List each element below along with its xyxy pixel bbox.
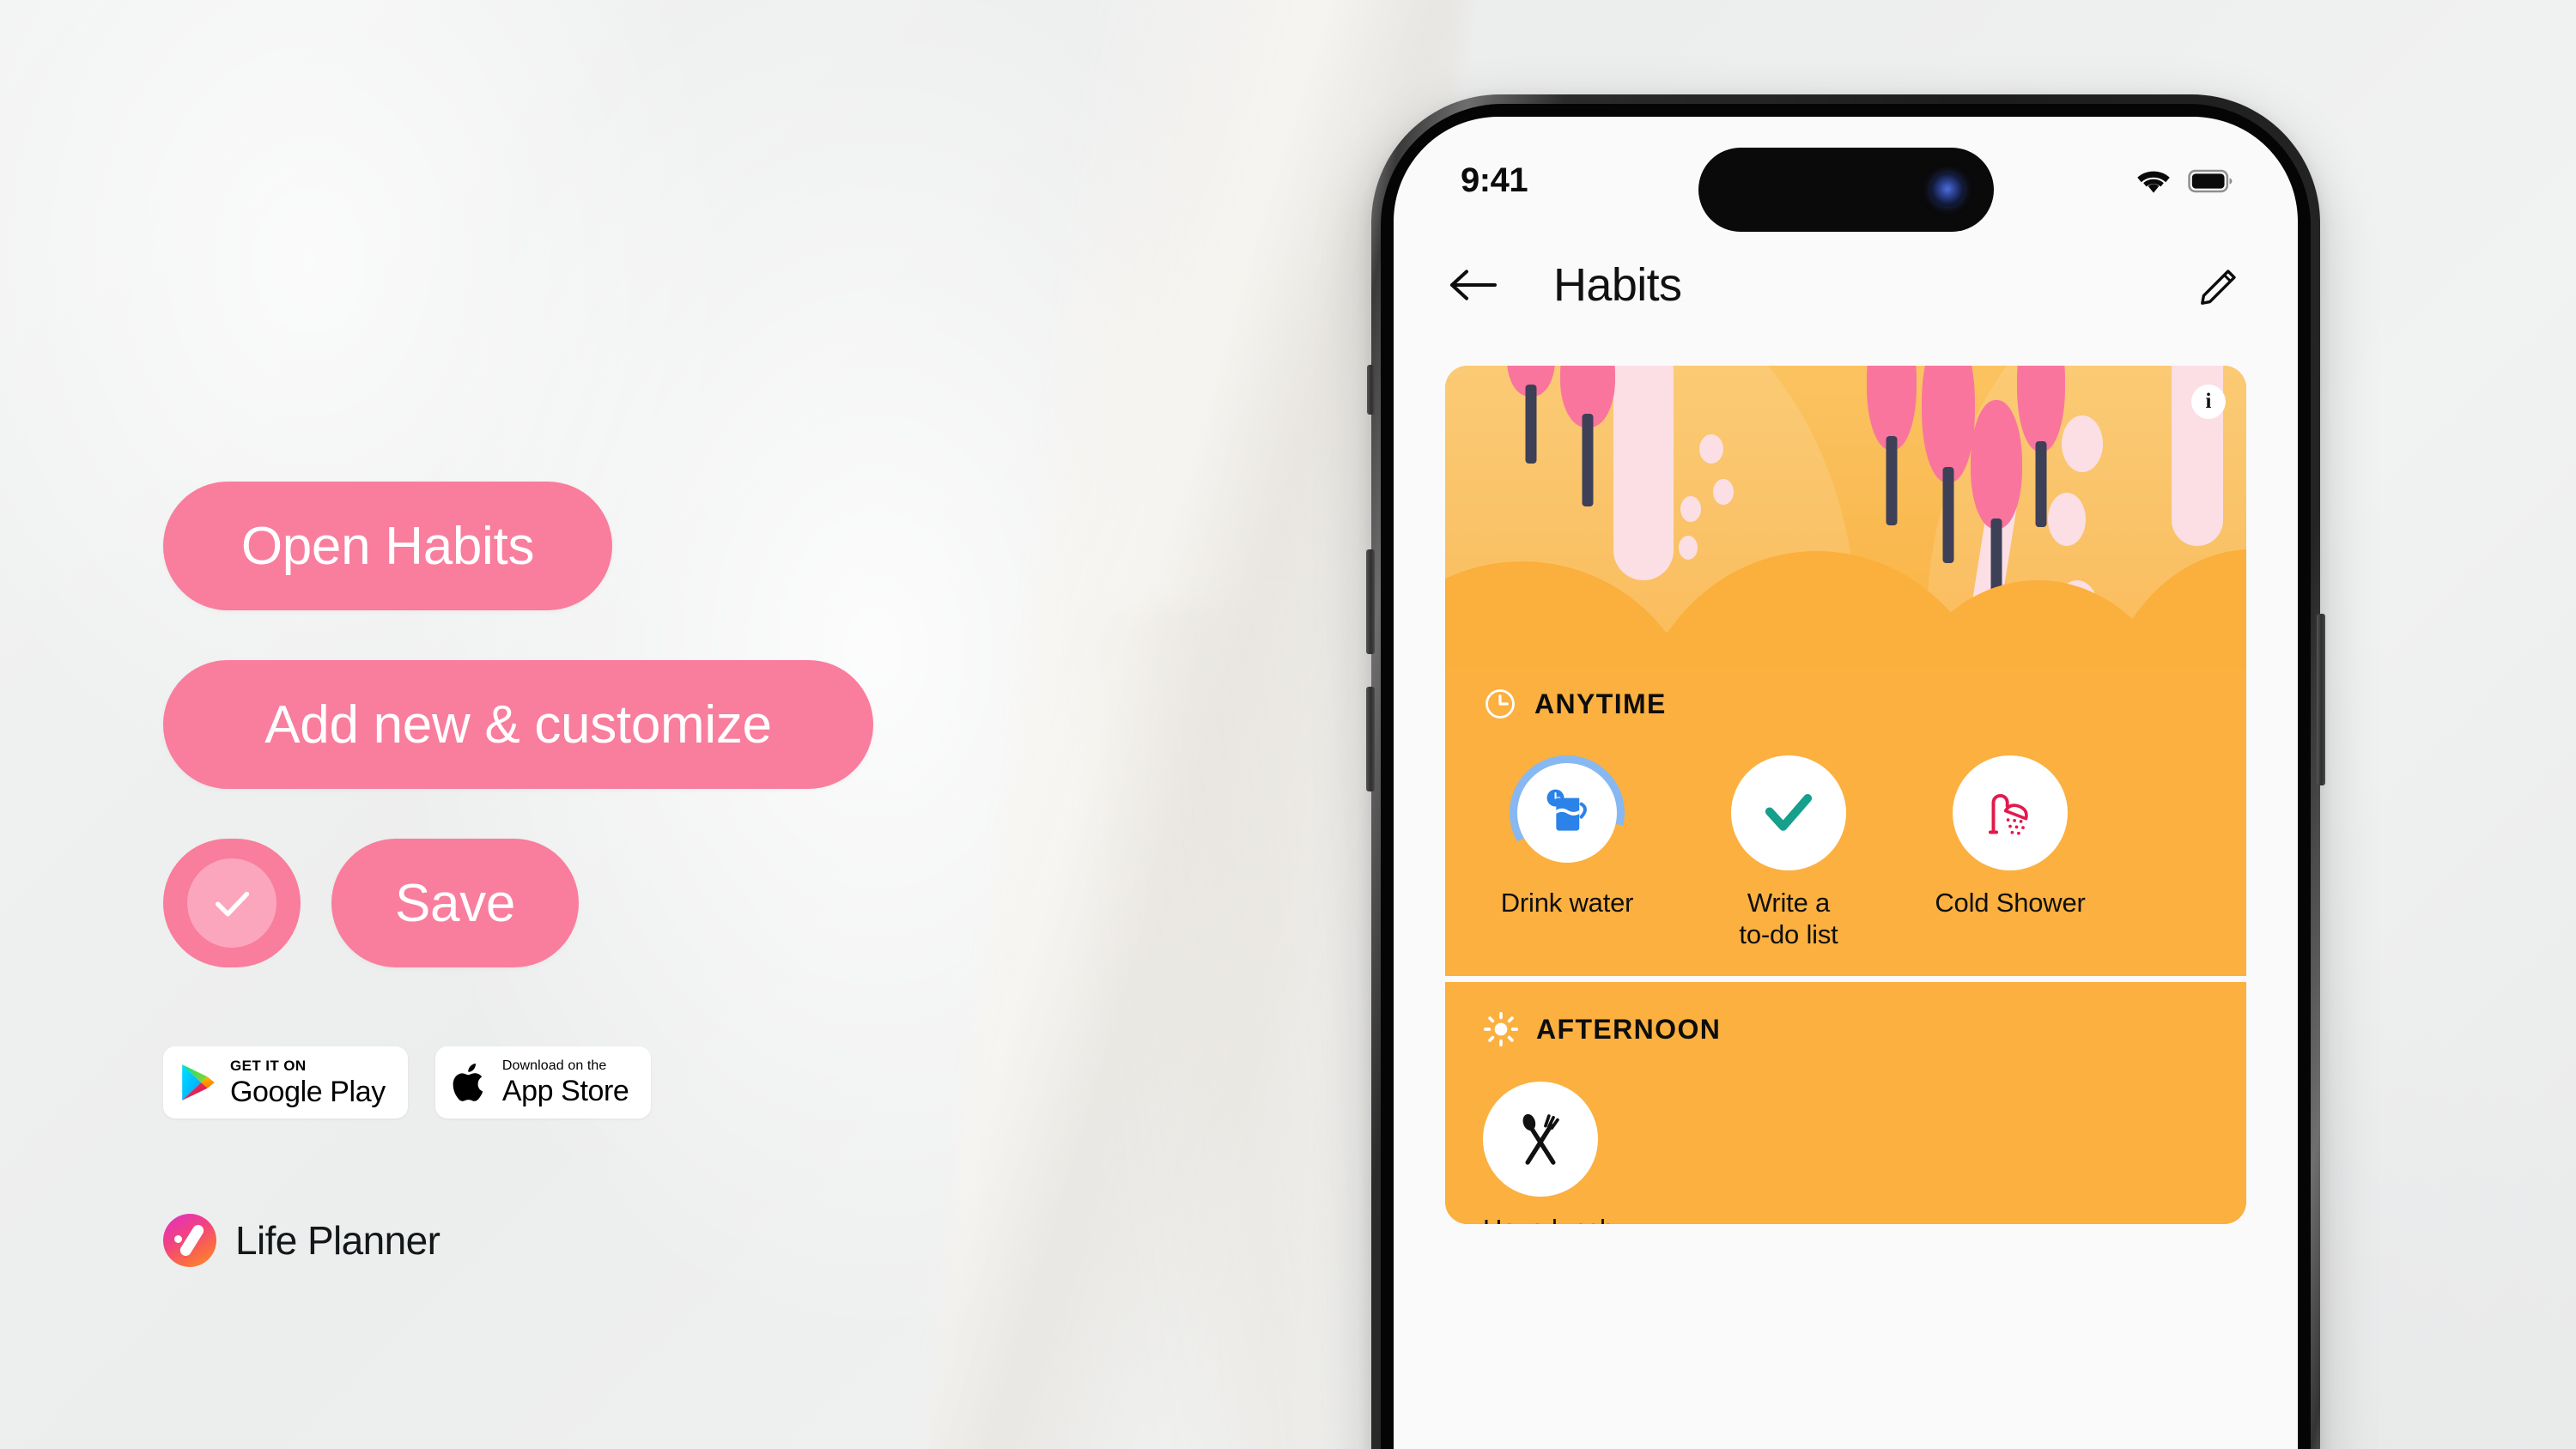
illustration-tree-2 <box>1558 366 1617 513</box>
google-play-small-text: GET IT ON <box>230 1058 307 1074</box>
drink-water-icon-circle <box>1517 763 1617 863</box>
card-illustration: i <box>1445 366 2246 668</box>
habit-item-have-lunch[interactable]: Have lunch <box>1483 1082 1680 1224</box>
arrow-left-icon[interactable] <box>1449 268 1498 302</box>
illustration-blossom-3 <box>1680 496 1701 522</box>
illustration-tree-3 <box>1866 366 1917 529</box>
status-bar-time: 9:41 <box>1461 161 1528 199</box>
illustration-blossom-6 <box>2048 493 2086 546</box>
habit-item-cold-shower[interactable]: Cold Shower <box>1926 755 2094 950</box>
app-store-big-text: App Store <box>501 1075 629 1107</box>
habit-item-write-todo-list[interactable]: Write a to-do list <box>1704 755 1873 950</box>
illustration-tree-1 <box>1505 366 1557 472</box>
afternoon-section-label: AFTERNOON <box>1536 1013 1722 1045</box>
check-icon <box>215 891 250 917</box>
afternoon-section-header: AFTERNOON <box>1483 1011 2208 1047</box>
shower-icon <box>1988 794 2028 835</box>
phone-mute-switch[interactable] <box>1367 365 1375 415</box>
pencil-icon[interactable] <box>2198 263 2243 307</box>
habit-item-drink-water[interactable]: Drink water <box>1483 755 1651 950</box>
marketing-callout-panel: Open Habits Add new & customize Save GET… <box>0 0 1202 1449</box>
callout-check-chip[interactable] <box>163 839 301 967</box>
apple-icon <box>453 1063 483 1101</box>
front-camera-icon <box>1929 173 1965 207</box>
water-glass-icon <box>1546 789 1587 831</box>
illustration-blossom-column-1 <box>1613 366 1674 580</box>
have-lunch-icon-circle <box>1483 1082 1598 1197</box>
check-chip-inner <box>187 858 276 948</box>
brand-name: Life Planner <box>235 1218 440 1263</box>
wifi-icon <box>2137 171 2170 193</box>
illustration-blossom-4 <box>1679 536 1698 560</box>
dynamic-island <box>1698 148 1994 232</box>
habit-card: i ANYTIME Drink water Write a to-do list… <box>1445 366 2246 1224</box>
habit-label-have-lunch: Have lunch <box>1483 1214 1614 1224</box>
app-store-badge[interactable]: Download on the App Store <box>434 1046 652 1119</box>
google-play-icon <box>182 1064 215 1100</box>
anytime-section-header: ANYTIME <box>1483 687 2208 721</box>
habit-section-divider <box>1445 976 2246 983</box>
battery-icon <box>2188 169 2233 193</box>
page-title: Habits <box>1553 259 1682 311</box>
google-play-badge[interactable]: GET IT ON Google Play <box>163 1046 408 1119</box>
habit-section-anytime: ANYTIME Drink water Write a to-do list C… <box>1445 668 2246 977</box>
habit-section-afternoon: AFTERNOON <box>1445 982 2246 1224</box>
brand-lockup: Life Planner <box>163 1214 440 1267</box>
cold-shower-icon-wrap <box>1953 755 2068 870</box>
habit-label-write-todo-list: Write a to-do list <box>1739 888 1838 949</box>
phone-screen: 9:41 Habits i ANYTIME Drink water Write … <box>1394 117 2298 1449</box>
logo-bar <box>178 1222 206 1258</box>
callout-open-habits[interactable]: Open Habits <box>163 482 612 610</box>
cutlery-icon <box>1522 1113 1559 1165</box>
drink-water-icon-wrap <box>1510 755 1625 870</box>
google-play-big-text: Google Play <box>230 1076 386 1108</box>
phone-power-button[interactable] <box>2317 614 2325 785</box>
anytime-section-label: ANYTIME <box>1534 688 1667 719</box>
illustration-blossom-2 <box>1713 479 1734 505</box>
callout-add-new-customize-label: Add new & customize <box>264 694 772 755</box>
store-badges: GET IT ON Google Play Download on the Ap… <box>163 1046 652 1119</box>
app-store-small-text: Download on the <box>501 1058 607 1073</box>
callout-save-label: Save <box>394 873 516 933</box>
life-planner-logo-icon <box>163 1214 216 1267</box>
phone-volume-up-button[interactable] <box>1366 549 1375 654</box>
app-navigation-bar: Habits <box>1394 230 2298 340</box>
have-lunch-icon-wrap <box>1483 1082 1598 1197</box>
sun-icon <box>1483 1012 1519 1047</box>
check-icon <box>1765 793 1813 831</box>
callout-save[interactable]: Save <box>331 839 579 967</box>
logo-dot-1 <box>174 1235 182 1243</box>
card-info-badge[interactable]: i <box>2191 385 2226 419</box>
callout-open-habits-label: Open Habits <box>240 516 535 576</box>
clock-icon <box>1485 689 1515 718</box>
status-bar-indicators <box>2135 167 2233 196</box>
callout-add-new-customize[interactable]: Add new & customize <box>163 660 873 789</box>
write-todo-icon-circle <box>1731 755 1846 870</box>
cold-shower-icon-circle <box>1953 755 2068 870</box>
write-todo-icon-wrap <box>1731 755 1846 870</box>
phone-volume-down-button[interactable] <box>1366 687 1375 791</box>
illustration-blossom-5 <box>2062 415 2103 472</box>
illustration-blossom-1 <box>1699 434 1723 464</box>
habit-label-cold-shower: Cold Shower <box>1935 888 2086 918</box>
afternoon-habit-row: Have lunch <box>1483 1082 2208 1224</box>
phone-mockup: 9:41 Habits i ANYTIME Drink water Write … <box>1366 94 2325 1449</box>
anytime-habit-row: Drink water Write a to-do list Cold Show… <box>1483 755 2208 950</box>
logo-dot-2 <box>184 1242 191 1249</box>
habit-label-drink-water: Drink water <box>1500 888 1634 918</box>
